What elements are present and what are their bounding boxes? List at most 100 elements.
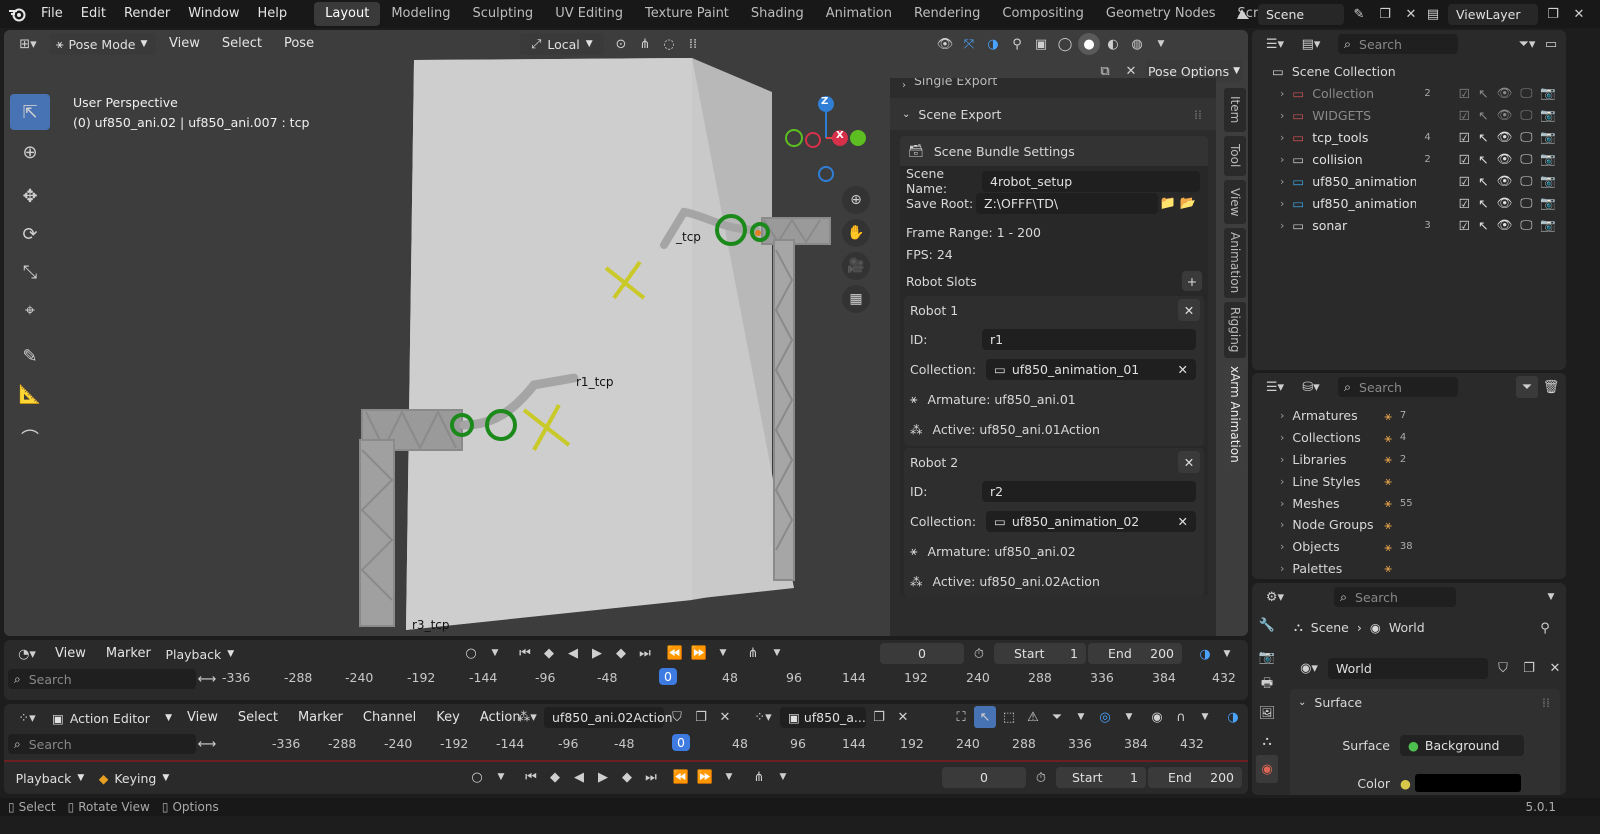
unlink-world-icon[interactable]: ✕ [1544,657,1566,679]
sidebar-tab-xarm-animation[interactable]: xArm Animation [1224,362,1246,466]
wireframe-shading-icon[interactable]: ◯ [1054,33,1076,55]
timeline-end-field[interactable]: End 200 [1088,643,1182,664]
chevron-right-icon[interactable]: › [1280,87,1284,100]
datablock-item[interactable]: › Node Groups ⚹ [1252,514,1566,536]
errors-icon[interactable]: ⚠ [1022,706,1044,728]
play-reverse-icon[interactable]: ◀ [568,766,590,788]
drag-handle-icon[interactable]: ⁞⁞ [1542,695,1550,710]
chevron-right-icon[interactable]: › [1280,219,1284,232]
slot-name-field[interactable]: ▣ uf850_a... [780,706,866,728]
robot-1-collection-field[interactable]: ▭ uf850_animation_01 ✕ [986,358,1196,380]
action-browse-icon[interactable]: ⁂▾ [512,706,542,728]
timeline-search[interactable]: ⌕ Search [8,669,196,689]
fake-user-shield-icon[interactable]: ⛉ [666,706,688,728]
datablock-item[interactable]: › Libraries ⚹ 2 [1252,449,1566,471]
monitor-icon[interactable]: 🖵 [1520,151,1532,167]
pan-hand-icon[interactable]: ✋ [842,219,870,247]
unlink-slot-icon[interactable]: ✕ [892,706,914,728]
eye-icon[interactable]: 👁 [1496,129,1512,145]
chevron-down-icon[interactable]: ▼ [490,766,512,788]
play-icon[interactable]: ▶ [592,766,614,788]
chevron-down-icon[interactable]: ▼ [484,642,506,664]
duplicate-world-icon[interactable]: ❐ [1518,657,1540,679]
duplicate-slot-icon[interactable]: ❐ [868,706,890,728]
zoom-icon[interactable]: ⊕ [842,186,870,214]
chevron-right-icon[interactable]: › [1280,453,1284,466]
timeline-current-frame[interactable]: 0 [880,643,964,664]
checkbox-icon[interactable]: ☑ [1459,196,1470,211]
filter-icon[interactable]: ⏷▾ [1516,33,1538,55]
single-export-header[interactable]: › Single Export [890,78,1216,92]
camera-icon[interactable]: 📷 [1540,107,1556,123]
chevron-down-icon[interactable]: ▼ [772,766,794,788]
blend-file-search[interactable]: ⌕ Search [1338,377,1458,397]
chevron-right-icon[interactable]: › [1280,153,1284,166]
remove-robot-1-button[interactable]: ✕ [1178,299,1200,321]
chevron-right-icon[interactable]: › [1280,497,1284,510]
chevron-down-icon[interactable]: ▼ [1070,706,1092,728]
add-robot-slot-button[interactable]: + [1182,271,1202,291]
action-name-field[interactable]: uf850_ani.02Action [544,706,673,728]
timeline-menu-view[interactable]: View [46,640,95,668]
action-menu-key[interactable]: Key [427,704,469,732]
show-hidden-icon[interactable]: ⬚ [998,706,1020,728]
datablock-item[interactable]: › Meshes ⚹ 55 [1252,492,1566,514]
datablock-item[interactable]: › Collections ⚹ 4 [1252,427,1566,449]
action-menu-channel[interactable]: Channel [354,704,425,732]
eye-icon[interactable]: 👁 [1496,195,1512,211]
unlink-action-icon[interactable]: ✕ [714,706,736,728]
shading-options-icon[interactable]: ▼ [1150,33,1172,55]
checkbox-icon[interactable]: ☑ [1459,108,1470,123]
timeline-ruler[interactable]: -336 -288 -240 -192 -144 -96 -48 0 48 96… [222,668,1244,690]
jump-start-icon[interactable]: ⏮ [520,766,542,788]
pin-icon[interactable]: ⚲ [1534,617,1556,639]
proportional-edit-icon[interactable]: ◉ [1146,706,1168,728]
menu-edit[interactable]: Edit [72,0,115,28]
chevron-down-icon[interactable]: ▼ [766,642,788,664]
eye-icon[interactable]: 👁 [1496,151,1512,167]
dopesheet-editor-icon[interactable]: ⁘▾ [10,707,44,729]
eye-icon[interactable]: 👁 [1496,85,1512,101]
pin-icon[interactable]: ✎ [1348,3,1370,25]
select-arrow-icon[interactable]: ↖ [1478,86,1488,101]
chevron-right-icon[interactable]: › [1280,197,1284,210]
world-tab-icon[interactable]: ◉ [1256,755,1278,783]
tab-rendering[interactable]: Rendering [903,2,991,26]
ortho-grid-icon[interactable]: ▦ [842,285,870,313]
menu-file[interactable]: File [32,0,72,28]
overlay-icon[interactable]: ◑ [982,33,1004,55]
select-cursor-icon[interactable]: ↖ [974,706,996,728]
chevron-right-icon[interactable]: › [1280,540,1284,553]
sync-icon[interactable]: ⟷ [196,733,218,755]
datablock-item[interactable]: › Line Styles ⚹ [1252,470,1566,492]
outliner-editor-icon[interactable]: ☰▾ [1258,376,1292,398]
outliner-item[interactable]: › ▭ Collection 2 ☑ ↖ 👁 🖵 📷 [1252,82,1566,104]
prev-keyframe-icon[interactable]: ◆ [538,642,560,664]
properties-editor-icon[interactable]: ⚙▾ [1258,586,1292,608]
camera-icon[interactable]: 📷 [1540,129,1556,145]
select-arrow-icon[interactable]: ↖ [1478,174,1488,189]
checkbox-icon[interactable]: ☑ [1459,174,1470,189]
chevron-down-icon[interactable]: ▼ [1540,586,1562,608]
menu-window[interactable]: Window [179,0,248,28]
new-collection-icon[interactable]: ▭ [1540,33,1562,55]
next-frame-icon[interactable]: ⏩ [694,766,716,788]
gizmo-icon[interactable]: ⤧ [958,33,980,55]
scene-icon[interactable] [1232,3,1254,25]
datablock-item[interactable]: › Armatures ⚹ 7 [1252,405,1566,427]
tab-modeling[interactable]: Modeling [380,2,461,26]
timeline-menu-marker[interactable]: Marker [97,640,160,668]
next-frame-icon[interactable]: ⏩ [688,642,710,664]
jump-end-icon[interactable]: ⏭ [640,766,662,788]
timeline-start-field[interactable]: Start 1 [994,643,1086,664]
camera-icon[interactable]: 📷 [1540,195,1556,211]
visibility-icon[interactable]: 👁 [934,33,956,55]
sidebar-tab-rigging[interactable]: Rigging [1224,302,1246,358]
chevron-down-icon[interactable]: ▼ [1194,706,1216,728]
material-shading-icon[interactable]: ◐ [1102,33,1124,55]
robot-2-collection-field[interactable]: ▭ uf850_animation_02 ✕ [986,510,1196,532]
outliner-item[interactable]: › ▭ uf850_animation_02 ☑ ↖ 👁 🖵 📷 [1252,192,1566,214]
delete-scene-icon[interactable]: ✕ [1400,3,1422,25]
tab-geometry-nodes[interactable]: Geometry Nodes [1095,2,1227,26]
action-menu-select[interactable]: Select [229,704,287,732]
